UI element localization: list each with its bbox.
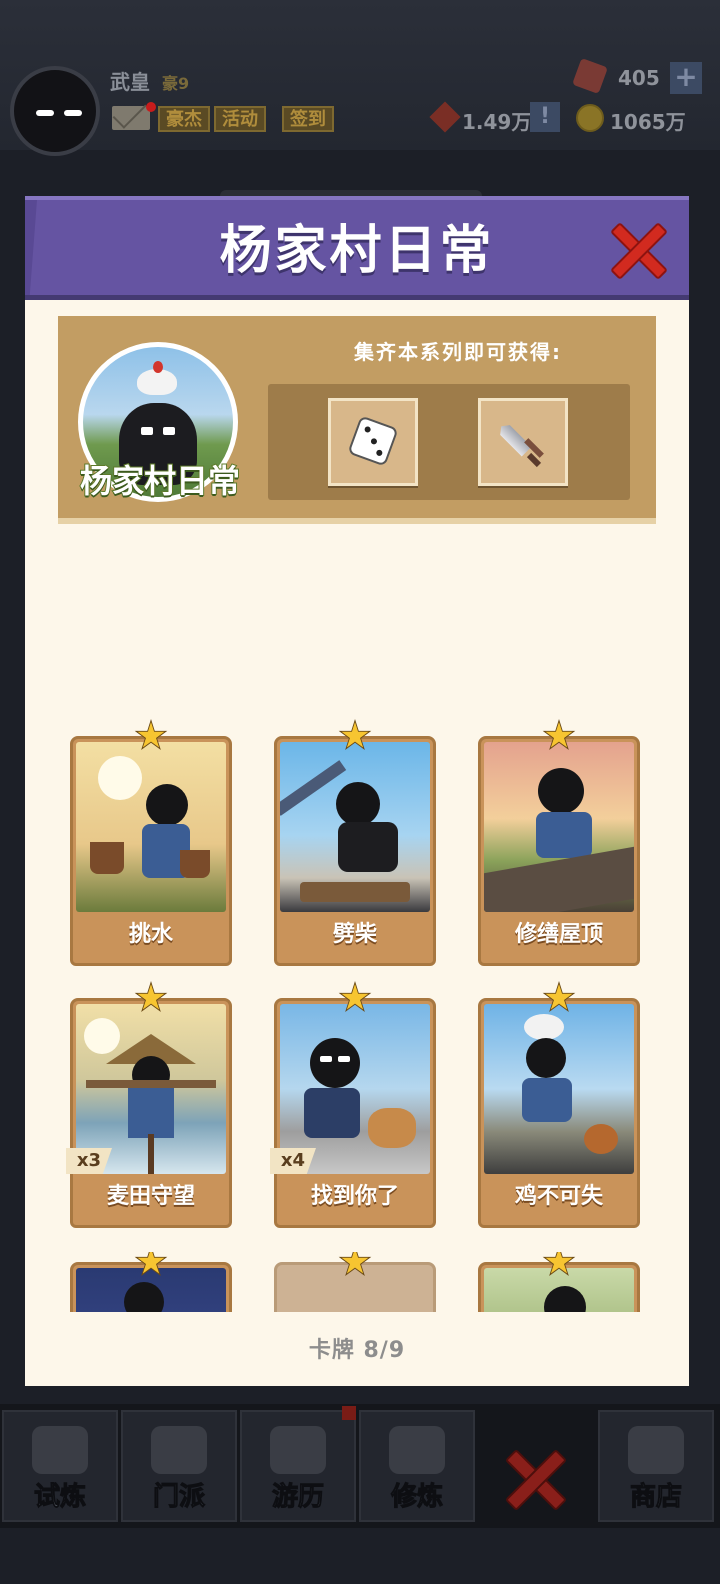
card-art [76, 1268, 226, 1312]
nav-notification-dot [342, 1406, 356, 1420]
reward-caption: 集齐本系列即可获得: [354, 340, 562, 364]
card-fetch-water[interactable]: 挑水 [70, 719, 232, 966]
reward-item-sword[interactable] [478, 398, 568, 486]
close-button[interactable] [609, 220, 669, 280]
dice-icon [347, 415, 399, 467]
avatar-eye-left [36, 110, 54, 116]
card-name: 挑水 [128, 922, 173, 947]
card-name: 修缮屋顶 [514, 922, 603, 947]
nav-label: 试炼 [33, 1482, 86, 1513]
card-series-modal: 杨家村日常 杨家村日常 集齐本系列即可获得: 挑水 劈柴 修缮屋顶 麦田守望 x… [25, 196, 689, 1386]
player-rank: 豪9 [162, 74, 190, 93]
card-name: 鸡不可失 [514, 1184, 603, 1209]
shop-icon [628, 1426, 684, 1474]
nav-close-button[interactable] [504, 1448, 568, 1512]
events-button[interactable]: 活动 [214, 106, 266, 132]
card-art [484, 742, 634, 912]
card-name: 麦田守望 [106, 1184, 195, 1209]
alert-button[interactable]: ! [530, 102, 560, 132]
cultivate-icon [389, 1426, 445, 1474]
heroes-button[interactable]: 豪杰 [158, 106, 210, 132]
mail-icon[interactable] [112, 106, 150, 130]
nav-shop[interactable]: 商店 [598, 1410, 714, 1522]
add-gems-button[interactable]: + [670, 62, 702, 94]
card-collection-counter: 卡牌 8/9 [308, 1338, 406, 1363]
nav-cultivate[interactable]: 修炼 [359, 1410, 475, 1522]
card-art [76, 742, 226, 912]
card-grass[interactable] [478, 1252, 640, 1312]
mail-notification-dot [146, 102, 156, 112]
gold-coin-icon [576, 104, 604, 132]
card-name: 劈柴 [332, 922, 377, 947]
nav-label: 商店 [629, 1482, 682, 1513]
sect-icon [151, 1426, 207, 1474]
nav-trial[interactable]: 试炼 [2, 1410, 118, 1522]
gold-count: 1065万 [610, 110, 686, 134]
nav-label: 修炼 [390, 1482, 443, 1513]
modal-title: 杨家村日常 [219, 221, 495, 281]
checkin-button[interactable]: 签到 [282, 106, 334, 132]
card-row-partial [25, 1252, 689, 1312]
bottom-nav: 试炼 门派 游历 修炼 商店 [0, 1404, 720, 1528]
trial-icon [32, 1426, 88, 1474]
card-name: 找到你了 [310, 1184, 399, 1209]
nav-travel[interactable]: 游历 [240, 1410, 356, 1522]
system-bar [0, 1528, 720, 1584]
card-found-you[interactable]: 找到你了 x4 [270, 981, 436, 1228]
reward-item-dice[interactable] [328, 398, 418, 486]
stickman-eyes [141, 427, 177, 437]
sword-icon [497, 415, 553, 471]
hen-comb [153, 361, 163, 373]
token-count: 1.49万 [462, 110, 532, 134]
series-reward-panel: 杨家村日常 集齐本系列即可获得: [58, 316, 656, 524]
player-name: 武皇 [110, 70, 150, 94]
card-chicken-chase[interactable]: 鸡不可失 [478, 981, 640, 1228]
card-chop-wood[interactable]: 劈柴 [274, 719, 436, 966]
nav-label: 门派 [152, 1482, 205, 1513]
card-repair-roof[interactable]: 修缮屋顶 [478, 719, 640, 966]
avatar-eye-right [64, 110, 82, 116]
card-art [484, 1004, 634, 1174]
travel-icon [270, 1426, 326, 1474]
series-name: 杨家村日常 [79, 461, 241, 501]
player-avatar[interactable] [10, 66, 100, 156]
gem-count: 405 [618, 66, 660, 90]
card-locked[interactable] [274, 1252, 436, 1312]
card-night[interactable] [70, 1252, 232, 1312]
card-frame [274, 1262, 436, 1312]
card-art [484, 1268, 634, 1312]
reward-slots [268, 384, 630, 500]
nav-sect[interactable]: 门派 [121, 1410, 237, 1522]
modal-header: 杨家村日常 [25, 196, 689, 300]
card-art [280, 742, 430, 912]
card-wheat-field-watch[interactable]: 麦田守望 x3 [66, 981, 232, 1228]
nav-label: 游历 [271, 1482, 324, 1513]
